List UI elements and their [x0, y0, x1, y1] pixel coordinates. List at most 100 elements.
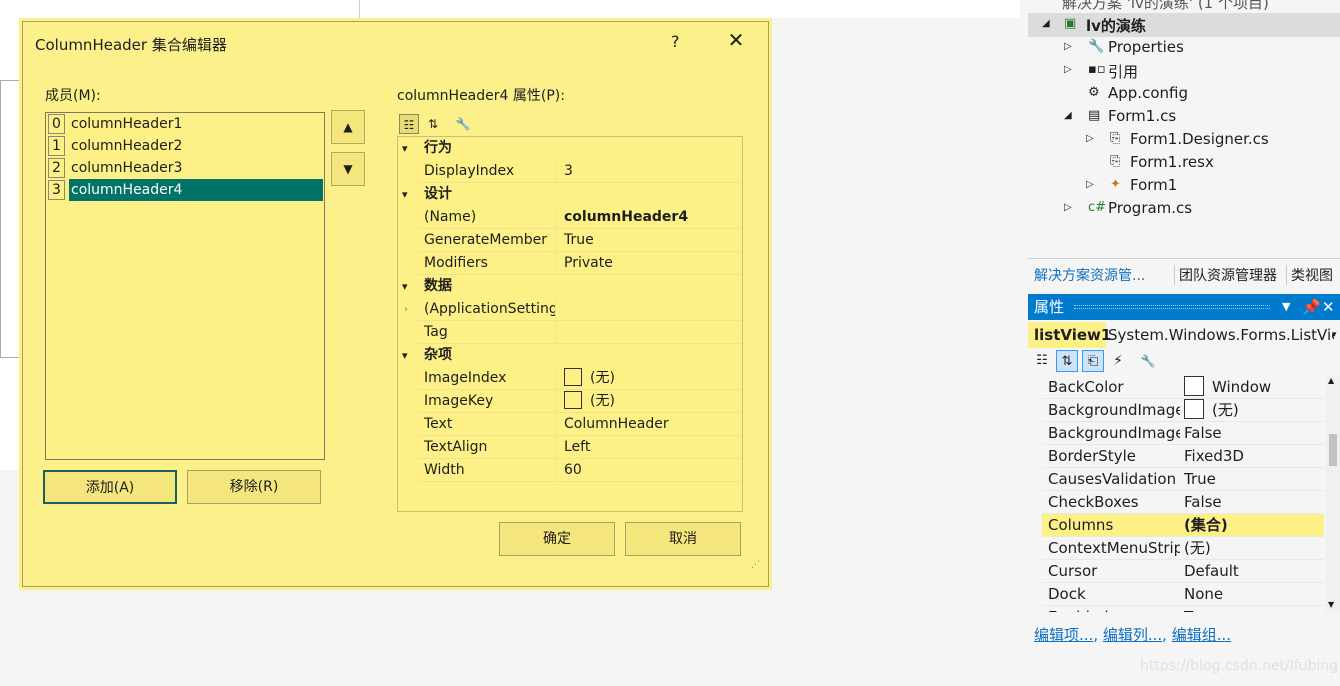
- tab-team-explorer[interactable]: 团队资源管理器: [1174, 265, 1277, 285]
- prop-row[interactable]: ImageIndex (无): [418, 367, 742, 390]
- prop-value[interactable]: 60: [564, 459, 582, 482]
- prop-row[interactable]: BackgroundImageLayoutFalse: [1042, 422, 1324, 445]
- prop-value[interactable]: (无): [564, 390, 615, 413]
- tab-solution-explorer[interactable]: 解决方案资源管...: [1034, 265, 1145, 285]
- prop-row[interactable]: Tag: [418, 321, 742, 344]
- list-item[interactable]: 1 columnHeader2: [46, 135, 324, 157]
- categorized-icon[interactable]: ☷: [399, 114, 419, 134]
- tree-item-resx[interactable]: Form1.resx: [1130, 153, 1214, 171]
- tree-item-appconfig[interactable]: App.config: [1108, 84, 1188, 102]
- resize-grip-icon[interactable]: ⋰: [751, 560, 760, 570]
- ok-button[interactable]: 确定: [499, 522, 615, 556]
- prop-value[interactable]: (集合): [1184, 514, 1228, 537]
- prop-value[interactable]: Fixed3D: [1184, 445, 1244, 468]
- prop-row[interactable]: Text ColumnHeader: [418, 413, 742, 436]
- prop-value[interactable]: True: [1184, 468, 1216, 491]
- tree-item-references[interactable]: 引用: [1108, 61, 1138, 82]
- solution-header[interactable]: 解决方案 'lv的演练' (1 个项目): [1062, 0, 1269, 13]
- expand-icon[interactable]: ▷: [1064, 64, 1072, 75]
- prop-row[interactable]: CheckBoxes False: [1042, 491, 1324, 514]
- close-icon[interactable]: ✕: [723, 28, 749, 52]
- prop-row[interactable]: CausesValidation True: [1042, 468, 1324, 491]
- expand-icon[interactable]: ▷: [1086, 133, 1094, 144]
- prop-row[interactable]: BackgroundImage (无): [1042, 399, 1324, 422]
- prop-row[interactable]: › (ApplicationSettings): [404, 298, 742, 321]
- prop-row[interactable]: GenerateMember True: [418, 229, 742, 252]
- drag-handle[interactable]: [1074, 305, 1270, 309]
- prop-value[interactable]: (无): [1184, 537, 1211, 560]
- collapse-icon[interactable]: ◢: [1064, 110, 1072, 121]
- events-icon[interactable]: ⚡: [1108, 350, 1128, 372]
- properties-icon[interactable]: ⎗: [1082, 350, 1104, 372]
- alphabetical-icon[interactable]: ⇅: [423, 114, 443, 134]
- help-button[interactable]: ?: [671, 32, 680, 51]
- tree-item-form1[interactable]: Form1: [1130, 176, 1177, 194]
- alphabetical-icon[interactable]: ⇅: [1056, 350, 1078, 372]
- prop-row[interactable]: ContextMenuStrip (无): [1042, 537, 1324, 560]
- cancel-button[interactable]: 取消: [625, 522, 741, 556]
- scroll-down-icon[interactable]: ▼: [1328, 600, 1334, 609]
- prop-value[interactable]: Default: [1184, 560, 1239, 583]
- edit-groups-link[interactable]: 编辑组...: [1172, 626, 1231, 644]
- prop-value[interactable]: 3: [564, 160, 573, 183]
- prop-value[interactable]: Left: [564, 436, 590, 459]
- scroll-up-icon[interactable]: ▲: [1328, 376, 1334, 385]
- chevron-right-icon[interactable]: ›: [404, 298, 408, 321]
- prop-row[interactable]: (Name) columnHeader4: [418, 206, 742, 229]
- prop-row[interactable]: Dock None: [1042, 583, 1324, 606]
- category-data[interactable]: ▾ 数据: [398, 275, 742, 298]
- members-list[interactable]: 0 columnHeader1 1 columnHeader2 2 column…: [45, 112, 325, 460]
- move-down-button[interactable]: ▼: [331, 152, 365, 186]
- property-grid[interactable]: ▾ 行为 DisplayIndex 3 ▾ 设计 (Name) columnHeader…: [397, 136, 743, 512]
- edit-items-link[interactable]: 编辑项...: [1034, 626, 1093, 644]
- prop-row[interactable]: TextAlign Left: [418, 436, 742, 459]
- move-up-button[interactable]: ▲: [331, 110, 365, 144]
- prop-value[interactable]: Window: [1184, 376, 1271, 399]
- tree-item-properties[interactable]: Properties: [1108, 38, 1184, 56]
- prop-value[interactable]: columnHeader4: [564, 206, 688, 229]
- prop-value[interactable]: False: [1184, 422, 1222, 445]
- edit-columns-link[interactable]: 编辑列...: [1103, 626, 1162, 644]
- prop-row[interactable]: BorderStyle Fixed3D: [1042, 445, 1324, 468]
- prop-value[interactable]: (无): [1184, 399, 1239, 422]
- prop-value[interactable]: False: [1184, 491, 1222, 514]
- tree-item-form1cs[interactable]: Form1.cs: [1108, 107, 1176, 125]
- project-name[interactable]: lv的演练: [1086, 15, 1146, 36]
- tree-item-designer[interactable]: Form1.Designer.cs: [1130, 130, 1269, 148]
- chevron-down-icon[interactable]: ▾: [1332, 322, 1337, 348]
- prop-row[interactable]: ImageKey (无): [418, 390, 742, 413]
- scrollbar-thumb[interactable]: [1329, 434, 1337, 466]
- prop-value[interactable]: True: [1184, 606, 1216, 612]
- prop-row[interactable]: Enabled True: [1042, 606, 1324, 612]
- collapse-icon[interactable]: ◢: [1042, 18, 1050, 29]
- prop-value[interactable]: True: [564, 229, 594, 252]
- scrollbar[interactable]: ▲ ▼: [1326, 376, 1340, 612]
- prop-row[interactable]: DisplayIndex 3: [418, 160, 742, 183]
- properties-grid[interactable]: BackColor Window BackgroundImage (无) Backgro…: [1042, 376, 1324, 612]
- category-behavior[interactable]: ▾ 行为: [398, 137, 742, 160]
- add-button[interactable]: 添加(A): [43, 470, 177, 504]
- property-pages-icon[interactable]: 🔧: [1138, 350, 1158, 372]
- list-item[interactable]: 2 columnHeader3: [46, 157, 324, 179]
- dropdown-icon[interactable]: ▼: [1282, 294, 1290, 320]
- expand-icon[interactable]: ▷: [1064, 41, 1072, 52]
- prop-value[interactable]: None: [1184, 583, 1223, 606]
- close-icon[interactable]: ✕: [1322, 294, 1335, 320]
- prop-value[interactable]: (无): [564, 367, 615, 390]
- object-selector[interactable]: listView1 System.Windows.Forms.ListVie ▾: [1028, 322, 1340, 348]
- prop-row[interactable]: Columns (集合): [1042, 514, 1324, 537]
- list-item[interactable]: 0 columnHeader1: [46, 113, 324, 135]
- prop-row[interactable]: BackColor Window: [1042, 376, 1324, 399]
- property-pages-icon[interactable]: 🔧: [453, 114, 473, 134]
- prop-row[interactable]: Cursor Default: [1042, 560, 1324, 583]
- category-misc[interactable]: ▾ 杂项: [398, 344, 742, 367]
- expand-icon[interactable]: ▷: [1086, 179, 1094, 190]
- prop-value[interactable]: ColumnHeader: [564, 413, 669, 436]
- prop-row[interactable]: Width 60: [418, 459, 742, 482]
- tab-class-view[interactable]: 类视图: [1286, 265, 1333, 285]
- expand-icon[interactable]: ▷: [1064, 202, 1072, 213]
- category-design[interactable]: ▾ 设计: [398, 183, 742, 206]
- tree-item-program[interactable]: Program.cs: [1108, 199, 1192, 217]
- prop-value[interactable]: Private: [564, 252, 613, 275]
- remove-button[interactable]: 移除(R): [187, 470, 321, 504]
